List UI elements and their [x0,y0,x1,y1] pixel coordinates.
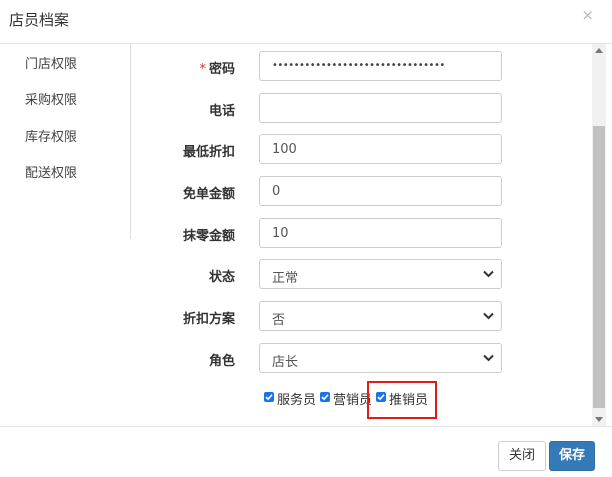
discount-plan-select-value: 否 [272,313,286,328]
close-button[interactable]: 关闭 [498,441,546,471]
free-amount-label: 免单金额 [182,187,235,202]
form-area: * 密码 •••••••••••••••••••••••••••••••• 电话 … [132,44,592,426]
save-button[interactable]: 保存 [549,441,595,471]
check-icon [265,394,273,401]
checkbox-waiter-label: 服务员 [277,393,317,408]
role-select-value: 店长 [272,355,299,370]
status-select-value: 正常 [272,271,299,286]
dialog-title: 店员档案 [9,11,70,29]
round-amount-field[interactable]: 10 [259,218,502,248]
scrollbar-thumb[interactable] [593,126,605,408]
status-select[interactable]: 正常 [259,259,502,289]
sidebar-item-inventory-permission[interactable]: 库存权限 [25,126,77,145]
check-icon [321,394,329,401]
free-amount-field[interactable]: 0 [259,176,502,206]
close-icon[interactable]: × [581,6,594,24]
password-field[interactable]: •••••••••••••••••••••••••••••••• [259,51,502,81]
min-discount-field[interactable]: 100 [259,134,502,164]
phone-label: 电话 [208,104,235,119]
required-mark: * [199,62,206,77]
scrollbar[interactable] [592,44,606,426]
dialog-footer: 关闭 保存 [0,426,612,477]
password-label-text: 密码 [208,62,235,77]
sidebar-item-purchase-permission[interactable]: 采购权限 [25,89,77,108]
role-label: 角色 [208,354,235,369]
round-amount-label: 抹零金额 [182,229,235,244]
scroll-down-arrow-icon[interactable] [595,417,603,422]
password-label: * 密码 [132,58,235,77]
dialog-header: 店员档案 × [0,0,612,44]
sidebar-item-delivery-permission[interactable]: 配送权限 [25,162,77,181]
checkbox-waiter[interactable] [264,392,274,402]
sidebar-item-store-permission[interactable]: 门店权限 [25,53,77,72]
chevron-down-icon [483,270,494,278]
role-select[interactable]: 店长 [259,343,502,373]
permission-sidebar: 门店权限 采购权限 库存权限 配送权限 [0,44,131,239]
scroll-up-arrow-icon[interactable] [595,48,603,53]
chevron-down-icon [483,354,494,362]
chevron-down-icon [483,312,494,320]
highlight-box [367,381,437,419]
discount-plan-select[interactable]: 否 [259,301,502,331]
phone-field[interactable] [259,93,502,123]
status-label: 状态 [208,270,235,285]
discount-plan-label: 折扣方案 [182,312,235,327]
min-discount-label: 最低折扣 [182,145,235,160]
checkbox-marketer[interactable] [320,392,330,402]
